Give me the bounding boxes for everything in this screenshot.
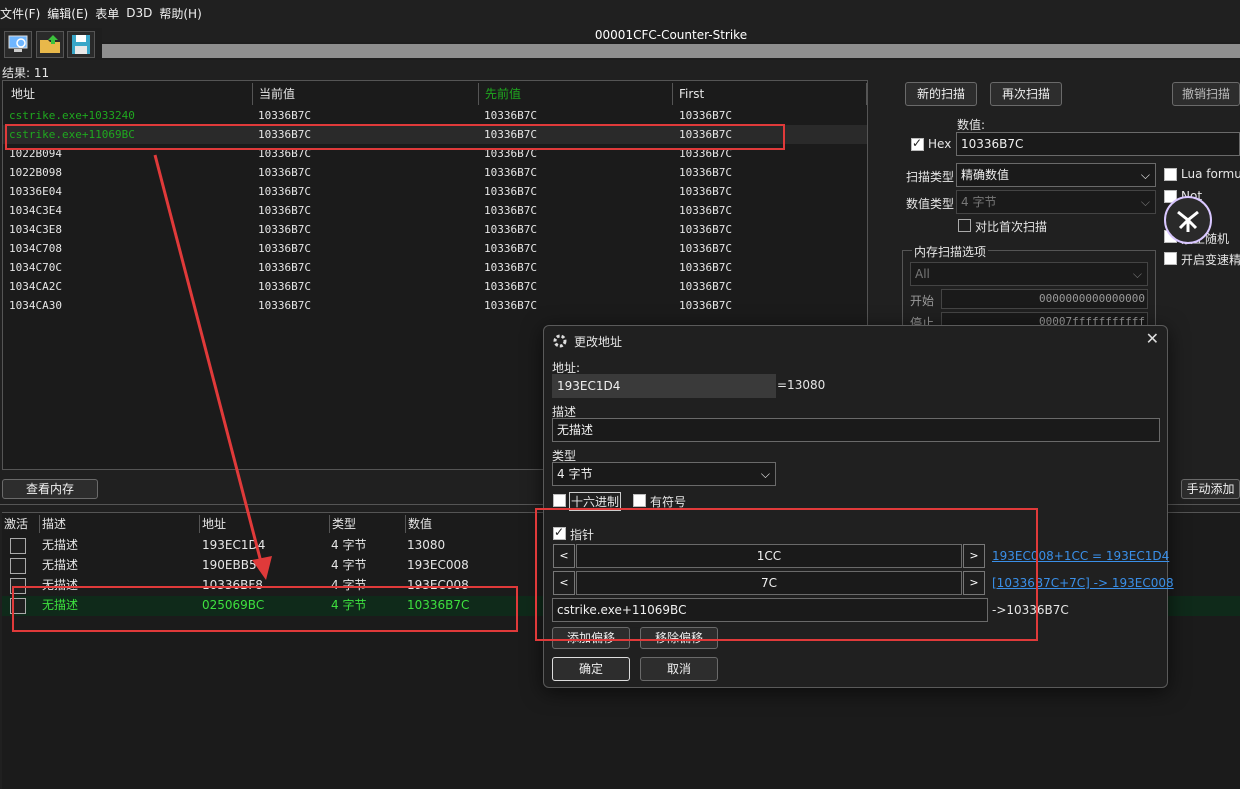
annotation-arrow (153, 154, 272, 580)
